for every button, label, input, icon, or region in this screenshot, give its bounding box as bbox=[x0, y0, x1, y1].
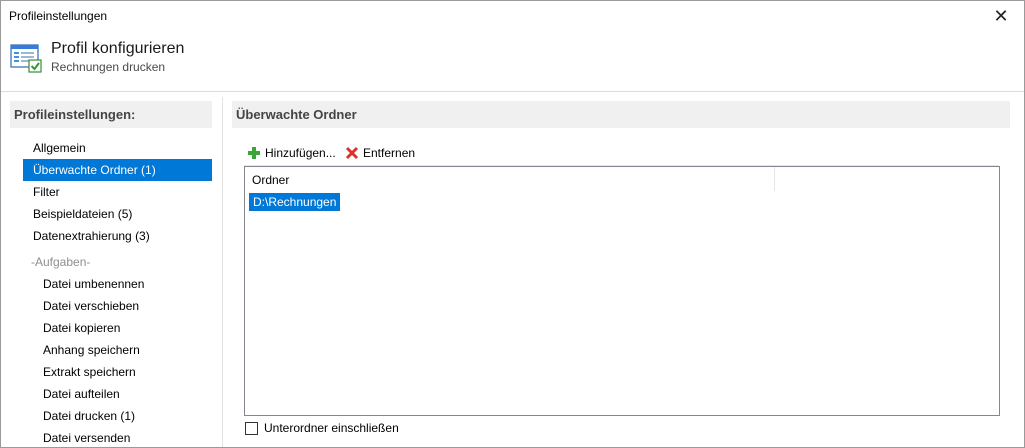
remove-folder-button[interactable]: Entfernen bbox=[345, 144, 415, 162]
sidebar-item-filter[interactable]: Filter bbox=[23, 181, 212, 203]
sidebar-item-datei-umbenennen[interactable]: Datei umbenennen bbox=[23, 273, 212, 295]
sidebar-item-allgemein[interactable]: Allgemein bbox=[23, 137, 212, 159]
header-title: Profil konfigurieren bbox=[51, 40, 185, 57]
include-subfolders-option[interactable]: Unterordner einschließen bbox=[245, 420, 399, 436]
sidebar-item-anhang-speichern[interactable]: Anhang speichern bbox=[23, 339, 212, 361]
column-header-ordner[interactable]: Ordner bbox=[245, 167, 775, 191]
remove-folder-label: Entfernen bbox=[363, 146, 416, 160]
window-title: Profileinstellungen bbox=[9, 9, 108, 23]
plus-icon bbox=[248, 147, 260, 159]
include-subfolders-checkbox[interactable] bbox=[245, 421, 258, 435]
sidebar-item-ueberwachte-ordner[interactable]: Überwachte Ordner (1) bbox=[23, 159, 212, 181]
window-check-icon bbox=[10, 44, 42, 73]
sidebar-item-datei-drucken[interactable]: Datei drucken (1) bbox=[23, 405, 212, 427]
main-heading: Überwachte Ordner bbox=[232, 101, 1010, 128]
column-header-empty bbox=[775, 167, 999, 191]
profile-header: Profil konfigurieren Rechnungen drucken bbox=[1, 31, 1024, 92]
sidebar-item-datei-versenden[interactable]: Datei versenden bbox=[23, 427, 212, 447]
folder-list[interactable]: Ordner D:\Rechnungen bbox=[244, 166, 1000, 416]
column-header-label: Ordner bbox=[252, 173, 290, 187]
add-folder-label: Hinzufügen... bbox=[265, 146, 336, 160]
close-button[interactable]: ✕ bbox=[978, 1, 1024, 31]
list-item[interactable]: D:\Rechnungen bbox=[249, 193, 341, 211]
folder-toolbar: Hinzufügen... Entfernen bbox=[244, 141, 999, 166]
x-icon bbox=[345, 146, 359, 160]
sidebar-group-aufgaben: -Aufgaben- bbox=[31, 255, 91, 269]
sidebar-heading: Profileinstellungen: bbox=[10, 101, 212, 128]
title-bar: Profileinstellungen ✕ bbox=[1, 1, 1024, 31]
sidebar-nav: Allgemein Überwachte Ordner (1) Filter B… bbox=[23, 137, 212, 447]
settings-window: Profileinstellungen ✕ Profil konfigurier… bbox=[0, 0, 1025, 448]
sidebar-item-extrakt-speichern[interactable]: Extrakt speichern bbox=[23, 361, 212, 383]
sidebar-item-datei-kopieren[interactable]: Datei kopieren bbox=[23, 317, 212, 339]
sidebar-item-datei-verschieben[interactable]: Datei verschieben bbox=[23, 295, 212, 317]
sidebar-item-datenextrahierung[interactable]: Datenextrahierung (3) bbox=[23, 225, 212, 247]
main-panel: Überwachte Ordner Hinzufügen... Entferne… bbox=[232, 101, 1010, 447]
header-subtitle: Rechnungen drucken bbox=[51, 60, 166, 74]
add-folder-button[interactable]: Hinzufügen... bbox=[247, 144, 336, 162]
close-icon: ✕ bbox=[993, 5, 1009, 26]
sidebar: Profileinstellungen: Allgemein Überwacht… bbox=[10, 101, 212, 447]
include-subfolders-label: Unterordner einschließen bbox=[264, 421, 399, 435]
panel-divider bbox=[222, 97, 223, 447]
sidebar-item-datei-aufteilen[interactable]: Datei aufteilen bbox=[23, 383, 212, 405]
sidebar-item-beispieldateien[interactable]: Beispieldateien (5) bbox=[23, 203, 212, 225]
